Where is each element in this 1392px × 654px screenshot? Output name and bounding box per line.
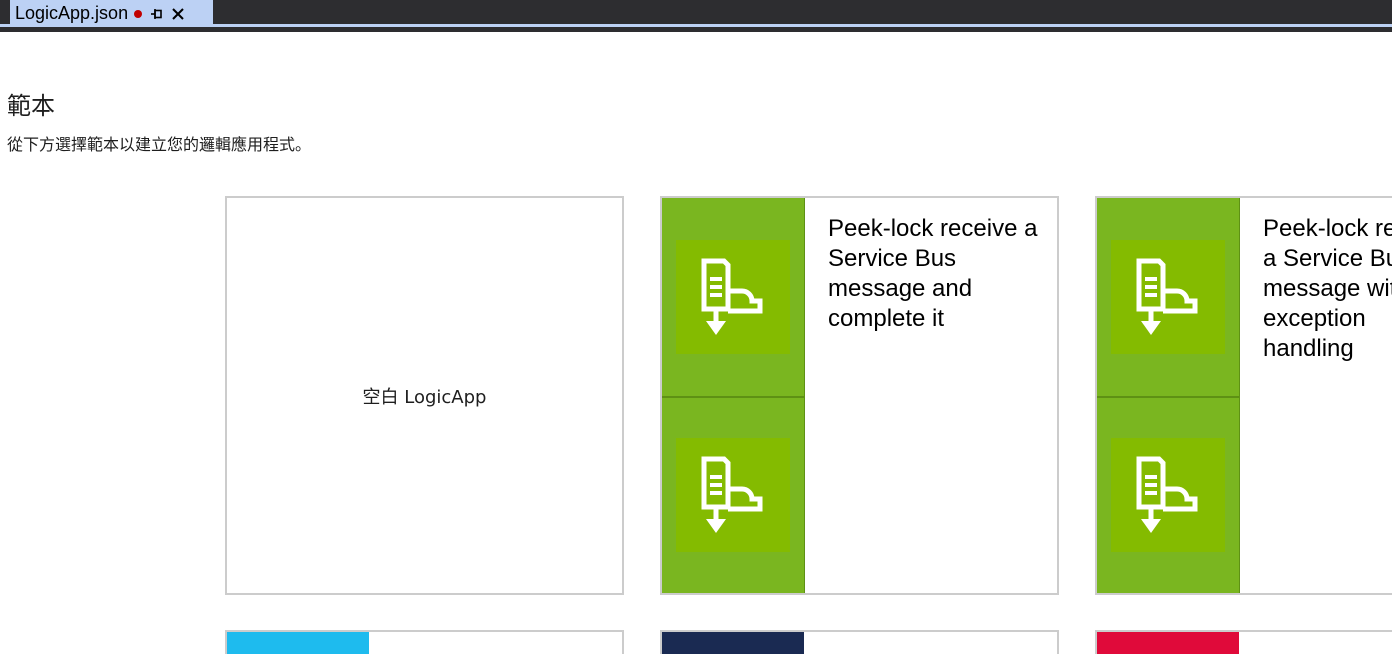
template-card-peek-lock-complete[interactable]: Peek-lock receive a Service Bus message … (660, 196, 1059, 595)
template-icon-column (662, 198, 805, 593)
template-icon-column (1097, 198, 1240, 593)
icon-cell (1097, 198, 1239, 396)
service-bus-receive-icon (676, 240, 790, 354)
template-card-peek-lock-exception[interactable]: Peek-lock receive a Service Bus message … (1095, 196, 1392, 595)
template-color-block (1097, 632, 1239, 654)
template-card-title: Peek-lock receive a Service Bus message … (828, 215, 1038, 332)
icon-cell (662, 198, 804, 396)
template-card-row2-1[interactable] (225, 630, 624, 654)
pin-icon[interactable] (150, 7, 164, 21)
service-bus-receive-icon (676, 438, 790, 552)
service-bus-receive-icon (1111, 438, 1225, 552)
template-color-block (662, 632, 804, 654)
icon-cell (1097, 396, 1239, 593)
template-card-label: 空白 LogicApp (362, 386, 487, 408)
template-card-title: Peek-lock receive a Service Bus message … (1263, 215, 1392, 362)
template-card-blank[interactable]: 空白 LogicApp (225, 196, 624, 595)
page-subtitle: 從下方選擇範本以建立您的邏輯應用程式。 (7, 135, 312, 154)
page-title: 範本 (7, 92, 55, 120)
unsaved-indicator-icon (134, 9, 143, 18)
template-color-block (227, 632, 369, 654)
template-card-row2-3[interactable] (1095, 630, 1392, 654)
tab-strip-bottom (0, 27, 1392, 32)
template-card-row2-2[interactable] (660, 630, 1059, 654)
document-tab-logicapp[interactable]: LogicApp.json (10, 0, 213, 27)
document-tab-title: LogicApp.json (15, 3, 129, 23)
close-icon[interactable] (170, 6, 186, 22)
service-bus-receive-icon (1111, 240, 1225, 354)
icon-cell (662, 396, 804, 593)
